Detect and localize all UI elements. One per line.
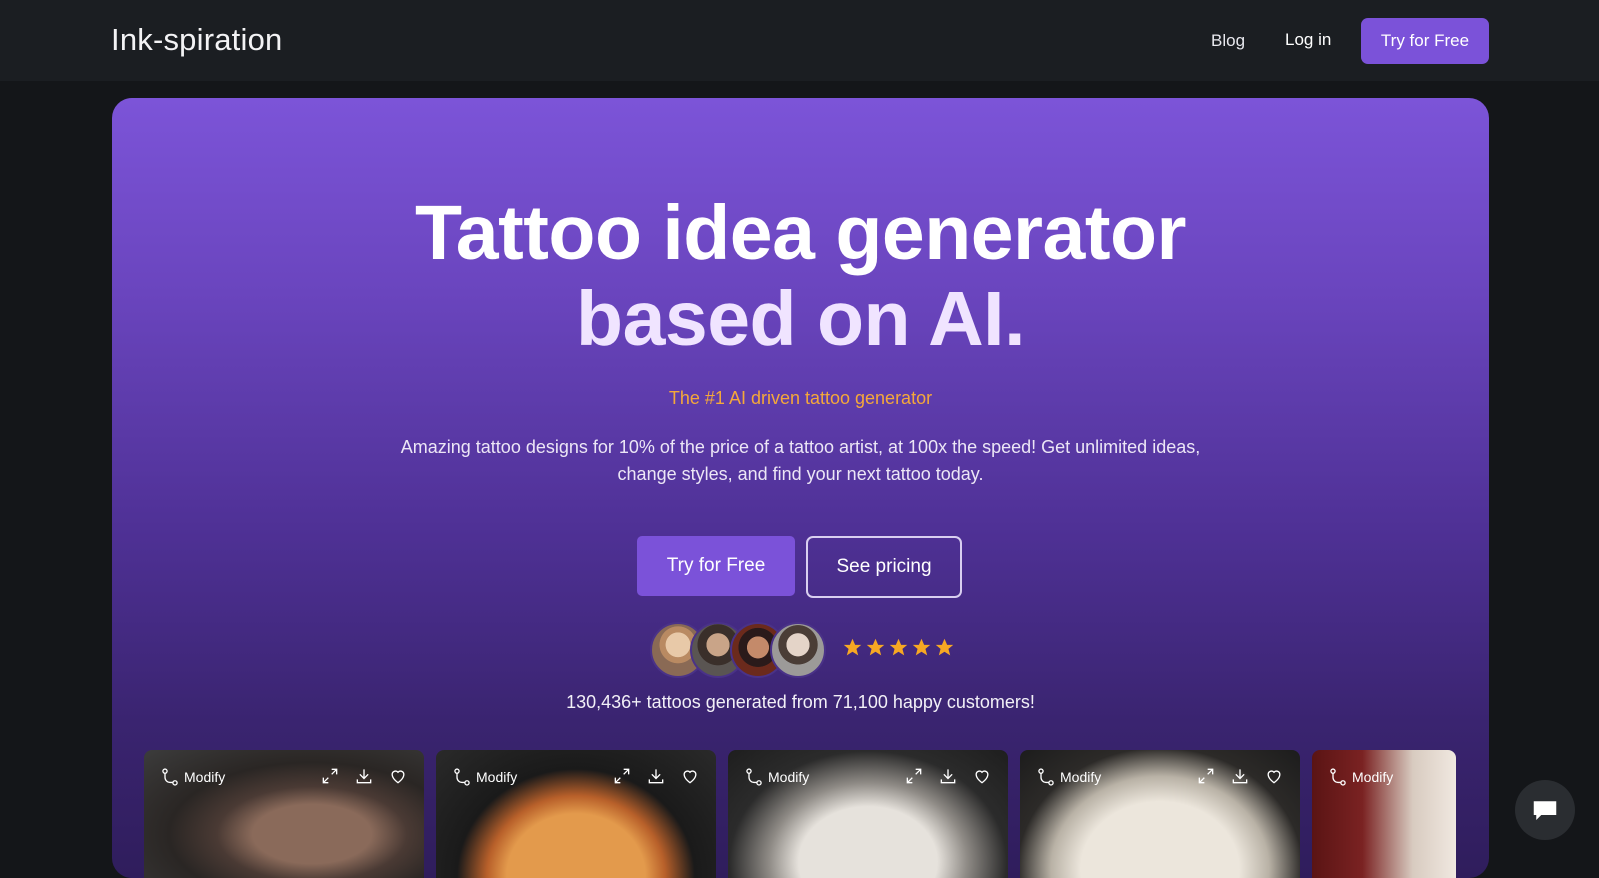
gallery-card[interactable]: Modify: [728, 750, 1008, 878]
hero-section: Tattoo idea generator based on AI. The #…: [112, 98, 1489, 878]
modify-button[interactable]: Modify: [160, 767, 225, 787]
expand-icon[interactable]: [1196, 766, 1216, 786]
modify-label: Modify: [1352, 769, 1394, 785]
heart-icon[interactable]: [1264, 766, 1284, 786]
modify-icon: [454, 768, 470, 786]
card-toolbar: Modify: [436, 750, 716, 800]
expand-icon[interactable]: [904, 766, 924, 786]
modify-button[interactable]: Modify: [452, 767, 517, 787]
brand-logo[interactable]: Ink-spiration: [111, 22, 282, 58]
star-icon: [912, 638, 931, 656]
modify-icon: [746, 768, 762, 786]
gallery-card[interactable]: Modify: [144, 750, 424, 878]
star-icon: [866, 638, 885, 656]
hero-tagline: The #1 AI driven tattoo generator: [668, 388, 933, 408]
avatar: [770, 622, 826, 678]
download-icon[interactable]: [646, 766, 666, 786]
heart-icon[interactable]: [680, 766, 700, 786]
see-pricing-button[interactable]: See pricing: [806, 536, 962, 598]
modify-label: Modify: [476, 769, 518, 785]
modify-button[interactable]: Modify: [1328, 767, 1393, 787]
modify-label: Modify: [184, 769, 226, 785]
heart-icon[interactable]: [972, 766, 992, 786]
customer-avatars: [650, 622, 830, 678]
hero-title: Tattoo idea generator based on AI.: [112, 190, 1489, 362]
download-icon[interactable]: [354, 766, 374, 786]
download-icon[interactable]: [938, 766, 958, 786]
star-icon: [843, 638, 862, 656]
social-proof-text: 130,436+ tattoos generated from 71,100 h…: [566, 692, 1035, 712]
download-icon[interactable]: [1230, 766, 1250, 786]
modify-button[interactable]: Modify: [744, 767, 809, 787]
card-toolbar: Modify: [728, 750, 1008, 800]
card-toolbar: Modify: [1312, 750, 1456, 800]
gallery-card[interactable]: Modify: [1020, 750, 1300, 878]
star-icon: [935, 638, 954, 656]
modify-button[interactable]: Modify: [1036, 767, 1101, 787]
gallery-card[interactable]: Modify: [436, 750, 716, 878]
hero-title-line1: Tattoo idea generator: [414, 190, 1187, 276]
nav-login-link[interactable]: Log in: [1285, 30, 1331, 50]
hero-description: Amazing tattoo designs for 10% of the pr…: [400, 437, 1201, 484]
hero-title-line2: based on AI.: [576, 276, 1025, 362]
card-toolbar: Modify: [1020, 750, 1300, 800]
card-toolbar: Modify: [144, 750, 424, 800]
expand-icon[interactable]: [320, 766, 340, 786]
modify-label: Modify: [768, 769, 810, 785]
hero-try-free-button[interactable]: Try for Free: [637, 536, 795, 596]
modify-icon: [1038, 768, 1054, 786]
expand-icon[interactable]: [612, 766, 632, 786]
rating-stars: [842, 637, 955, 658]
gallery-card[interactable]: Modify: [1312, 750, 1456, 878]
modify-icon: [162, 768, 178, 786]
nav-try-free-button[interactable]: Try for Free: [1361, 18, 1489, 64]
chat-icon: [1533, 801, 1557, 820]
top-navbar: Ink-spiration Blog Log in Try for Free: [0, 0, 1599, 81]
chat-widget-button[interactable]: [1515, 780, 1575, 840]
nav-blog-link[interactable]: Blog: [1211, 31, 1245, 51]
modify-icon: [1330, 768, 1346, 786]
modify-label: Modify: [1060, 769, 1102, 785]
heart-icon[interactable]: [388, 766, 408, 786]
star-icon: [889, 638, 908, 656]
